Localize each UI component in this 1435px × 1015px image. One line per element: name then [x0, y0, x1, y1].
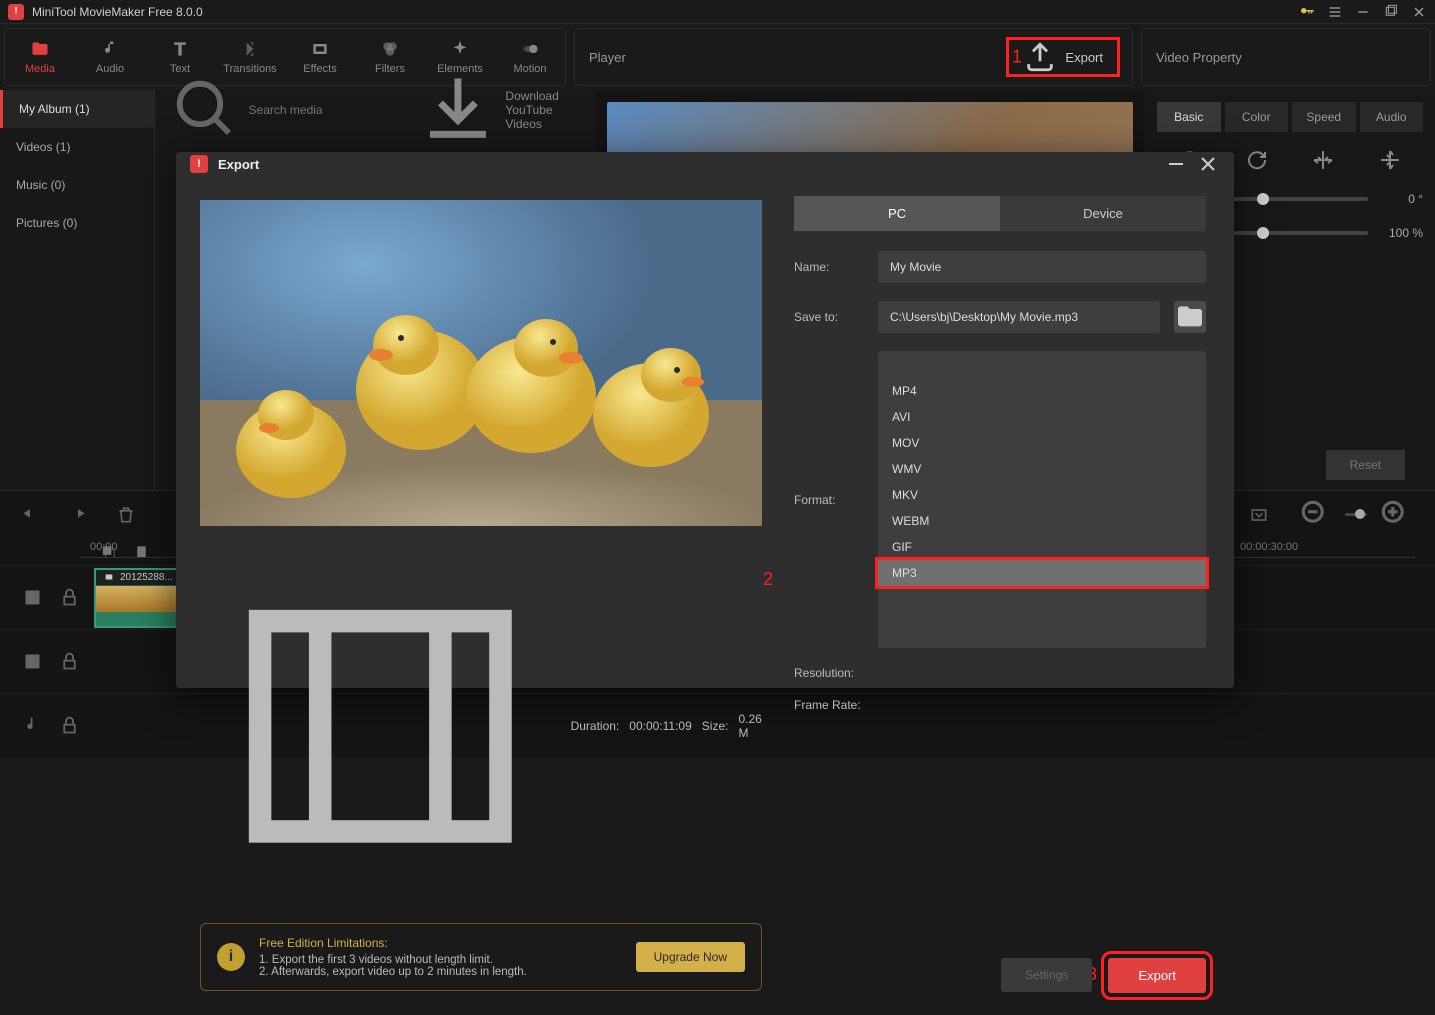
player-label: Player — [589, 50, 626, 65]
export-modal: Export — [176, 152, 1234, 688]
props-tab-audio[interactable]: Audio — [1360, 102, 1424, 132]
music-icon — [100, 39, 120, 59]
limitations-title: Free Edition Limitations: — [259, 936, 622, 950]
save-icon[interactable] — [22, 587, 43, 608]
download-youtube-link[interactable]: Download YouTube Videos — [416, 68, 579, 152]
lock-icon[interactable] — [59, 651, 80, 672]
limitations-panel: i Free Edition Limitations: 1. Export th… — [200, 923, 762, 991]
lock-icon[interactable] — [59, 587, 80, 608]
clip-name: 20125288... — [120, 572, 173, 583]
props-tab-speed[interactable]: Speed — [1292, 102, 1356, 132]
sidebar-item-myalbum[interactable]: My Album (1) — [0, 90, 154, 128]
search-icon — [171, 75, 241, 145]
annotation-2: 2 — [763, 569, 773, 590]
zoom-out-icon[interactable] — [1297, 496, 1335, 534]
modal-title: Export — [218, 157, 1156, 172]
effects-icon — [310, 39, 330, 59]
reset-button[interactable]: Reset — [1326, 450, 1405, 480]
timeline-zoom-slider[interactable] — [1345, 513, 1367, 516]
ruler-time-start: 00:00 — [90, 541, 118, 553]
sidebar-item-pictures[interactable]: Pictures (0) — [0, 204, 154, 242]
format-option-mov[interactable]: MOV — [878, 430, 1206, 456]
ruler-time-end: 00:00:30:00 — [1240, 541, 1298, 553]
flip-h-icon[interactable] — [1311, 148, 1335, 172]
zoom-value: 100 % — [1378, 226, 1423, 240]
resolution-label: Resolution: — [794, 666, 864, 680]
modal-close-icon[interactable] — [1196, 152, 1220, 176]
fit-icon[interactable] — [1249, 505, 1269, 525]
size-label: Size: — [702, 719, 729, 733]
titlebar: MiniTool MovieMaker Free 8.0.0 — [0, 0, 1435, 24]
download-icon — [416, 68, 500, 152]
filters-icon — [380, 39, 400, 59]
undo-icon[interactable] — [20, 505, 40, 525]
sidebar: My Album (1) Videos (1) Music (0) Pictur… — [0, 90, 155, 490]
ducklings-image — [200, 200, 762, 526]
format-option-webm[interactable]: WEBM — [878, 508, 1206, 534]
video-property-panel-header: Video Property — [1141, 28, 1431, 86]
sidebar-item-videos[interactable]: Videos (1) — [0, 128, 154, 166]
modal-app-icon — [190, 155, 208, 173]
sparkle-icon — [450, 39, 470, 59]
props-tab-color[interactable]: Color — [1225, 102, 1289, 132]
upgrade-button[interactable]: Upgrade Now — [636, 942, 745, 972]
menu-icon[interactable] — [1327, 4, 1343, 20]
modal-minimize-icon[interactable] — [1164, 152, 1188, 176]
redo-icon[interactable] — [68, 505, 88, 525]
close-icon[interactable] — [1411, 4, 1427, 20]
export-preview — [200, 200, 762, 526]
rotation-value: 0 ° — [1378, 192, 1423, 206]
tab-device[interactable]: Device — [1000, 196, 1206, 231]
props-tab-basic[interactable]: Basic — [1157, 102, 1221, 132]
size-value: 0.26 M — [738, 712, 762, 740]
key-icon[interactable] — [1299, 4, 1315, 20]
limitation-line-2: 2. Afterwards, export video up to 2 minu… — [259, 966, 622, 978]
settings-button[interactable]: Settings — [1001, 958, 1092, 992]
format-option-mp4[interactable]: MP4 — [878, 378, 1206, 404]
lock-icon[interactable] — [59, 715, 80, 736]
format-dropdown: MP4 AVI MOV WMV MKV WEBM GIF MP3 — [878, 378, 1206, 586]
motion-icon — [520, 39, 540, 59]
browse-folder-button[interactable] — [1174, 301, 1206, 333]
saveto-label: Save to: — [794, 310, 864, 324]
info-icon: i — [217, 943, 245, 971]
tab-pc[interactable]: PC — [794, 196, 1000, 231]
search-input[interactable] — [249, 99, 404, 121]
app-logo-icon — [8, 4, 24, 20]
limitation-line-1: 1. Export the first 3 videos without len… — [259, 954, 622, 966]
tool-audio[interactable]: Audio — [75, 29, 145, 85]
name-label: Name: — [794, 260, 864, 274]
flip-v-icon[interactable] — [1378, 148, 1402, 172]
sidebar-item-music[interactable]: Music (0) — [0, 166, 154, 204]
saveto-input[interactable] — [878, 301, 1160, 333]
zoom-in-icon[interactable] — [1377, 496, 1415, 534]
duration-label: Duration: — [571, 719, 620, 733]
duration-value: 00:00:11:09 — [629, 719, 692, 733]
save-icon[interactable] — [22, 651, 43, 672]
format-option-mp3[interactable]: MP3 — [875, 557, 1209, 589]
format-label: Format: — [794, 493, 864, 507]
text-icon — [170, 39, 190, 59]
upload-icon — [1023, 40, 1057, 74]
film-icon — [104, 572, 114, 582]
trash-icon[interactable] — [116, 505, 136, 525]
minimize-icon[interactable] — [1355, 4, 1371, 20]
app-title: MiniTool MovieMaker Free 8.0.0 — [32, 5, 1299, 19]
tool-media[interactable]: Media — [5, 29, 75, 85]
folder-icon — [1174, 301, 1206, 333]
maximize-icon[interactable] — [1383, 4, 1399, 20]
transitions-icon — [240, 39, 260, 59]
export-button[interactable]: Export — [1108, 958, 1206, 993]
format-option-wmv[interactable]: WMV — [878, 456, 1206, 482]
film-strip-icon — [200, 546, 561, 907]
format-option-mkv[interactable]: MKV — [878, 482, 1206, 508]
music-icon[interactable] — [22, 715, 43, 736]
name-input[interactable] — [878, 251, 1206, 283]
export-button-top[interactable]: Export — [1006, 37, 1120, 77]
framerate-label: Frame Rate: — [794, 698, 864, 712]
rotate-right-icon[interactable] — [1245, 148, 1269, 172]
folder-icon — [30, 39, 50, 59]
format-option-avi[interactable]: AVI — [878, 404, 1206, 430]
